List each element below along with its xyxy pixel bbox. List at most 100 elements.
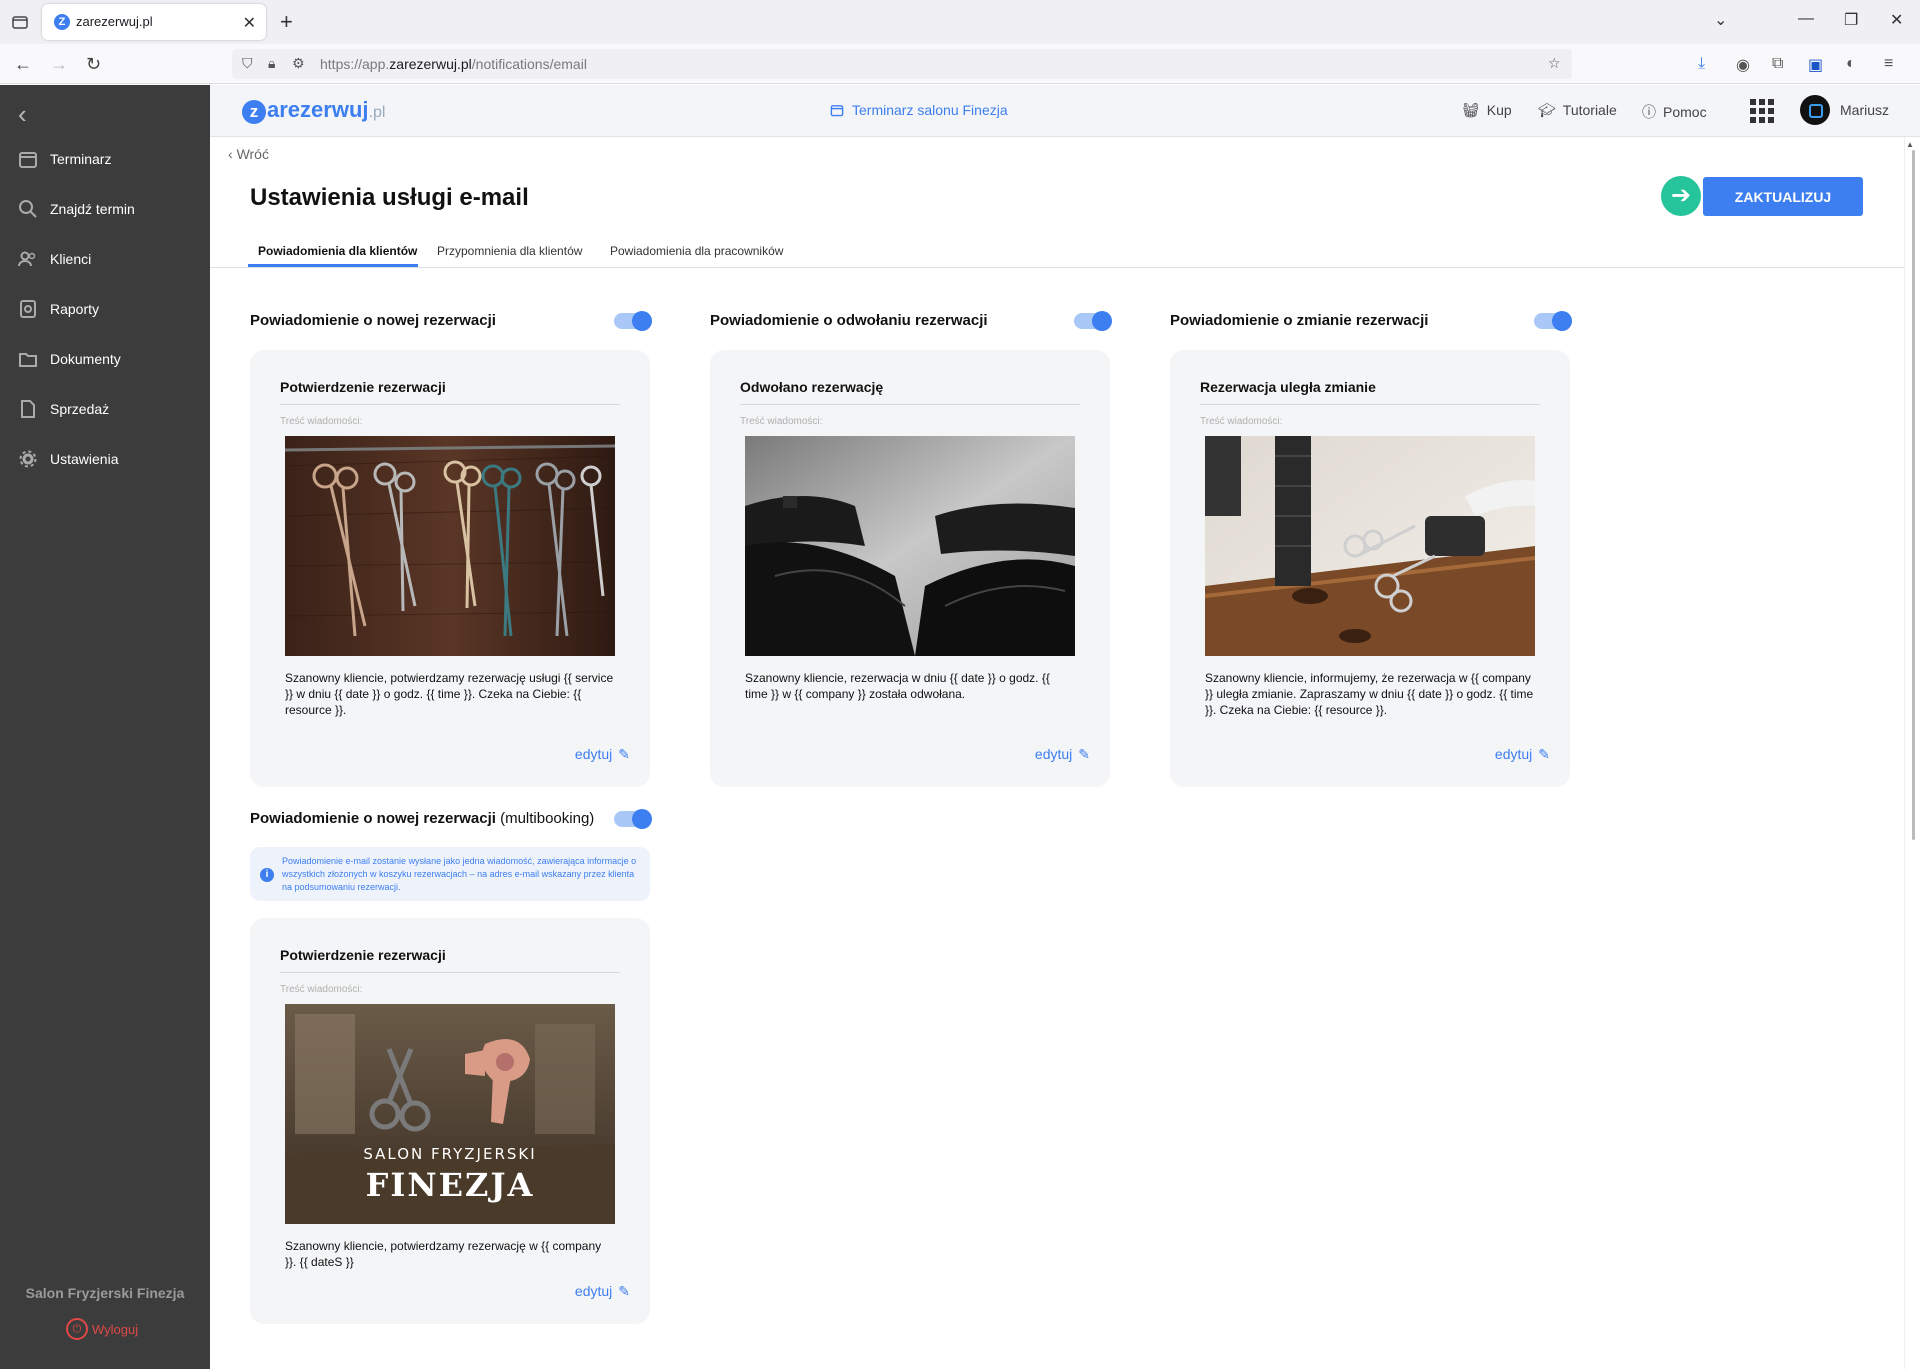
- collapse-sidebar-icon[interactable]: ‹: [18, 99, 27, 130]
- extension-icon[interactable]: ◐: [1846, 55, 1856, 73]
- account-icon[interactable]: ◉: [1736, 55, 1750, 75]
- minimize-icon[interactable]: —: [1798, 10, 1814, 28]
- toggle-change-booking[interactable]: [1534, 311, 1572, 331]
- active-tab-indicator: [248, 264, 418, 267]
- close-window-icon[interactable]: ✕: [1890, 10, 1903, 30]
- lock-icon[interactable]: 🔒︎: [268, 55, 275, 72]
- message-content-label: Treść wiadomości:: [740, 416, 823, 427]
- users-icon: [18, 251, 36, 267]
- basket-icon: 🧺︎: [1462, 102, 1480, 118]
- gear-icon: [19, 450, 37, 468]
- menu-icon[interactable]: ≡: [1884, 55, 1893, 73]
- divider: [280, 404, 620, 405]
- logo-text: arezerwuj: [267, 97, 369, 122]
- section-heading-change-booking: Powiadomienie o zmianie rezerwacji: [1170, 312, 1429, 329]
- permissions-icon[interactable]: ⚙: [292, 55, 305, 72]
- sidebar-item-znajdz-termin[interactable]: Znajdź termin: [0, 189, 210, 229]
- sidebar-item-terminarz[interactable]: Terminarz: [0, 139, 210, 179]
- new-tab-icon[interactable]: +: [280, 9, 293, 35]
- url-bar[interactable]: ⛉ 🔒︎ ⚙ https://app.zarezerwuj.pl/notific…: [232, 49, 1572, 79]
- bitwarden-icon[interactable]: ▣: [1808, 55, 1823, 75]
- buy-label: Kup: [1486, 102, 1512, 118]
- card-title: Potwierdzenie rezerwacji: [280, 379, 446, 395]
- sidebar-item-label: Sprzedaż: [50, 401, 110, 417]
- tab-close-icon[interactable]: ✕: [243, 13, 256, 33]
- document-icon: [21, 400, 35, 418]
- toggle-new-booking[interactable]: [614, 311, 652, 331]
- avatar[interactable]: [1800, 95, 1830, 125]
- scrollbar-thumb[interactable]: [1912, 150, 1915, 840]
- tab-list-icon[interactable]: [10, 12, 30, 32]
- arrow-right-icon: ➔: [1661, 176, 1701, 216]
- info-text: Powiadomienie e-mail zostanie wysłane ja…: [282, 856, 637, 892]
- card-title: Rezerwacja uległa zmianie: [1200, 379, 1376, 395]
- salon-chairs-image: [745, 436, 1075, 656]
- update-button[interactable]: ZAKTUALIZUJ: [1703, 177, 1863, 216]
- toggle-multibooking[interactable]: [614, 809, 652, 829]
- buy-button[interactable]: 🧺︎ Kup: [1462, 102, 1512, 119]
- edit-button[interactable]: edytuj ✎: [575, 746, 630, 763]
- pencil-icon: ✎: [1538, 746, 1550, 762]
- back-arrow-icon[interactable]: ←: [14, 54, 32, 75]
- user-name[interactable]: Mariusz: [1840, 102, 1889, 118]
- divider: [280, 972, 620, 973]
- salon-logo-subtitle: SALON FRYZJERSKI: [363, 1145, 536, 1163]
- tab-bar: Powiadomienia dla klientów Przypomnienia…: [210, 236, 1904, 268]
- help-icon: ⓘ: [1642, 104, 1656, 120]
- url-text[interactable]: https://app.zarezerwuj.pl/notifications/…: [320, 56, 587, 72]
- sidebar-item-label: Znajdź termin: [50, 201, 135, 217]
- tab-overflow-chevron-icon[interactable]: ⌄: [1714, 10, 1727, 30]
- toggle-cancel-booking[interactable]: [1074, 311, 1112, 331]
- shield-icon[interactable]: ⛉: [242, 55, 253, 72]
- forward-arrow-icon[interactable]: →: [50, 54, 68, 75]
- apps-grid-icon[interactable]: [1750, 99, 1774, 123]
- info-icon: i: [260, 868, 274, 882]
- message-content-label: Treść wiadomości:: [280, 984, 363, 995]
- logo-z-mark: z: [242, 100, 266, 124]
- reload-icon[interactable]: ↻: [86, 54, 101, 75]
- calendar-icon: [19, 152, 37, 168]
- folder-icon: [19, 353, 37, 367]
- card-title: Odwołano rezerwację: [740, 379, 884, 395]
- report-icon: [20, 300, 36, 318]
- restore-icon[interactable]: ❐: [1844, 10, 1858, 30]
- edit-button[interactable]: edytuj ✎: [1035, 746, 1090, 763]
- edit-button[interactable]: edytuj ✎: [1495, 746, 1550, 763]
- bookmark-star-icon[interactable]: ☆: [1548, 55, 1561, 72]
- back-link[interactable]: ‹ Wróć: [228, 146, 269, 162]
- message-content-label: Treść wiadomości:: [280, 416, 363, 427]
- app-header: z arezerwuj.pl Terminarz salonu Finezja 🧺…: [210, 85, 1920, 137]
- calendar-link[interactable]: Terminarz salonu Finezja: [830, 102, 1008, 118]
- edit-label: edytuj: [574, 746, 613, 762]
- edit-label: edytuj: [1494, 746, 1533, 762]
- back-label: Wróć: [236, 146, 269, 162]
- sidebar-item-label: Ustawienia: [50, 451, 119, 467]
- browser-tab[interactable]: Z zarezerwuj.pl ✕: [42, 4, 266, 40]
- site-favicon-icon: Z: [54, 14, 70, 30]
- help-button[interactable]: ⓘ Pomoc: [1642, 102, 1707, 122]
- sidebar-item-dokumenty[interactable]: Dokumenty: [0, 339, 210, 379]
- extensions-icon[interactable]: ⧉: [1772, 55, 1783, 73]
- sidebar: ‹ Terminarz Znajdź termin Klienci Raport…: [0, 85, 210, 1369]
- tab-client-reminders[interactable]: Przypomnienia dla klientów: [437, 244, 582, 258]
- tab-client-notifications[interactable]: Powiadomienia dla klientów: [258, 244, 417, 258]
- app-logo[interactable]: z arezerwuj.pl: [242, 97, 385, 124]
- sidebar-item-raporty[interactable]: Raporty: [0, 289, 210, 329]
- download-icon[interactable]: ⤓: [1698, 55, 1705, 73]
- edit-button[interactable]: edytuj ✎: [575, 1283, 630, 1300]
- sidebar-item-ustawienia[interactable]: Ustawienia: [0, 439, 210, 479]
- message-body: Szanowny kliencie, informujemy, że rezer…: [1205, 671, 1534, 717]
- scroll-up-arrow-icon[interactable]: ▲: [1906, 140, 1914, 149]
- tutorials-button[interactable]: 🎓︎ Tutoriale: [1538, 102, 1617, 119]
- sidebar-item-klienci[interactable]: Klienci: [0, 239, 210, 279]
- tab-staff-notifications[interactable]: Powiadomienia dla pracowników: [610, 244, 783, 258]
- logout-button[interactable]: ⏻ Wyloguj: [66, 1318, 138, 1340]
- sidebar-item-sprzedaz[interactable]: Sprzedaż: [0, 389, 210, 429]
- multibooking-heading-suffix: (multibooking): [500, 810, 595, 827]
- browser-tab-bar: Z zarezerwuj.pl ✕ + ⌄ — ❐ ✕: [0, 0, 1920, 44]
- calendar-link-label: Terminarz salonu Finezja: [852, 102, 1008, 118]
- calendar-icon: [830, 105, 844, 117]
- divider: [1200, 404, 1540, 405]
- sidebar-item-label: Raporty: [50, 301, 100, 317]
- info-banner: i Powiadomienie e-mail zostanie wysłane …: [250, 847, 650, 901]
